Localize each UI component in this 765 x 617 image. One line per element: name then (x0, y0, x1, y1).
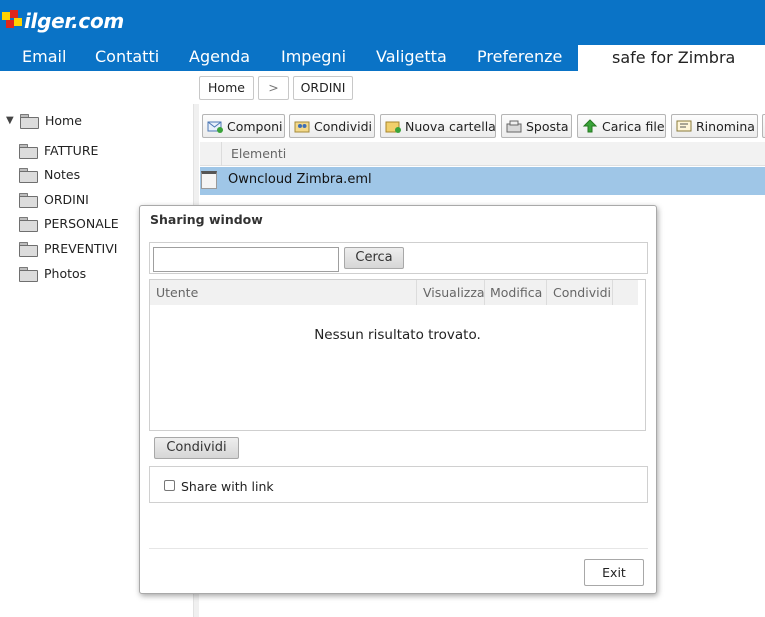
share-button[interactable]: Condividi (289, 114, 375, 138)
search-box: Cerca (149, 242, 648, 274)
user-search-input[interactable] (153, 247, 339, 272)
nav-email[interactable]: Email (22, 47, 66, 66)
tree-item-preventivi[interactable]: PREVENTIVI (19, 238, 117, 258)
share-link-box: Share with link (149, 466, 648, 503)
compose-icon (207, 119, 223, 133)
list-header-icon-col[interactable] (200, 142, 222, 166)
results-header: Utente Visualizza Modifica Condividi (150, 280, 638, 305)
column-filler (612, 280, 638, 305)
folder-icon (19, 216, 38, 232)
app-window: ilger.com Email Contatti Agenda Impegni … (0, 0, 765, 617)
nav-valigetta[interactable]: Valigetta (376, 47, 447, 66)
breadcrumb-ordini[interactable]: ORDINI (293, 76, 353, 100)
upload-button[interactable]: Carica file (577, 114, 666, 138)
breadcrumb-home[interactable]: Home (199, 76, 254, 100)
email-file-icon (201, 171, 217, 189)
dialog-footer-divider (149, 548, 648, 549)
logo: ilger.com (2, 8, 124, 34)
list-header-elementi[interactable]: Elementi (231, 146, 286, 161)
list-item[interactable]: Owncloud Zimbra.eml (200, 167, 765, 195)
dialog-title: Sharing window (150, 212, 263, 227)
move-button[interactable]: Sposta (501, 114, 572, 138)
share-icon (294, 119, 310, 133)
move-icon (506, 119, 522, 133)
nav-contatti[interactable]: Contatti (95, 47, 159, 66)
column-modifica[interactable]: Modifica (484, 280, 546, 305)
search-button[interactable]: Cerca (344, 247, 404, 269)
new-folder-button[interactable]: Nuova cartella (380, 114, 496, 138)
tree-item-photos[interactable]: Photos (19, 263, 86, 283)
column-utente[interactable]: Utente (156, 280, 416, 305)
list-item-name: Owncloud Zimbra.eml (228, 172, 372, 187)
expand-triangle-icon[interactable]: ▼ (6, 115, 16, 126)
folder-icon (19, 167, 38, 183)
breadcrumb-separator: > (258, 76, 289, 100)
empty-results-message: Nessun risultato trovato. (314, 327, 481, 343)
new-folder-icon (385, 119, 401, 133)
tree-item-personale[interactable]: PERSONALE (19, 213, 119, 233)
upload-icon (582, 119, 598, 133)
nav-preferenze[interactable]: Preferenze (477, 47, 562, 66)
column-condividi[interactable]: Condividi (546, 280, 612, 305)
exit-button[interactable]: Exit (584, 559, 644, 586)
folder-icon (19, 266, 38, 282)
tab-safe-for-zimbra[interactable]: safe for Zimbra (578, 45, 765, 71)
folder-icon (19, 192, 38, 208)
tree-item-notes[interactable]: Notes (19, 164, 80, 184)
nav-agenda[interactable]: Agenda (189, 47, 250, 66)
rename-icon (676, 119, 692, 133)
share-users-button[interactable]: Condividi (154, 437, 239, 459)
folder-icon (19, 241, 38, 257)
logo-icon (2, 10, 24, 32)
nav-impegni[interactable]: Impegni (281, 47, 346, 66)
tree-item-home[interactable]: ▼ Home (6, 110, 82, 130)
share-link-checkbox[interactable] (164, 480, 175, 491)
folder-icon (19, 143, 38, 159)
logo-text: ilger.com (24, 9, 124, 33)
results-table: Utente Visualizza Modifica Condividi Nes… (149, 279, 646, 431)
column-visualizza[interactable]: Visualizza (416, 280, 485, 305)
tree-item-ordini[interactable]: ORDINI (19, 189, 89, 209)
folder-icon (20, 113, 39, 129)
sharing-dialog: Sharing window Cerca Utente Visualizza M… (139, 205, 657, 594)
rename-button[interactable]: Rinomina (671, 114, 758, 138)
tree-item-fatture[interactable]: FATTURE (19, 140, 98, 160)
compose-button[interactable]: Componi (202, 114, 285, 138)
list-header: Elementi (200, 142, 765, 166)
toolbar: Componi Condividi Nuova cartella Sposta … (200, 111, 765, 141)
share-link-label[interactable]: Share with link (181, 479, 274, 494)
